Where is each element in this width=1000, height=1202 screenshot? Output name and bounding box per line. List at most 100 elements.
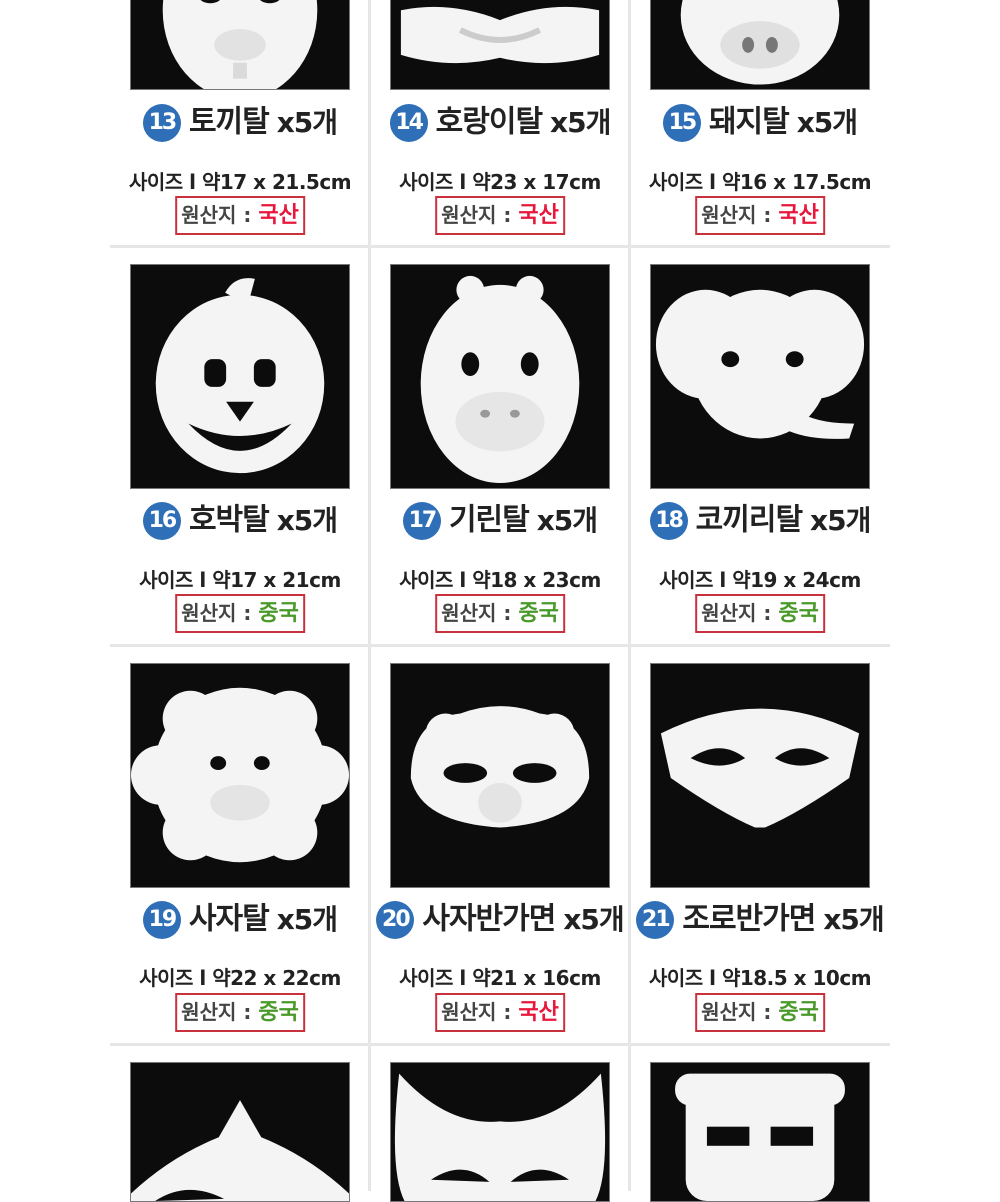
origin-badge: 원산지 : 중국 xyxy=(695,594,825,633)
crown-half-mask-icon xyxy=(131,1100,349,1201)
product-quantity: x5개 xyxy=(276,503,338,537)
product-name: 호랑이탈 xyxy=(435,104,543,140)
giraffe-mask-icon xyxy=(420,275,580,484)
product-image[interactable] xyxy=(650,0,870,90)
size-value: 약21 x 16cm xyxy=(472,966,601,990)
size-label: 사이즈 l xyxy=(128,170,196,194)
product-size: 사이즈 l 약22 x 22cm xyxy=(110,962,370,991)
size-value: 약16 x 17.5cm xyxy=(721,170,872,194)
product-image[interactable] xyxy=(390,264,610,489)
cat-half-mask-icon xyxy=(394,1073,606,1201)
row-divider xyxy=(110,644,890,647)
origin-value: 중국 xyxy=(258,1000,299,1025)
product-title: 16 호박탈 x5개 xyxy=(110,500,370,541)
origin-badge: 원산지 : 국산 xyxy=(175,196,305,235)
product-image[interactable] xyxy=(130,264,350,489)
size-label: 사이즈 l xyxy=(399,966,466,990)
product-name: 돼지탈 xyxy=(708,104,790,140)
size-label: 사이즈 l xyxy=(648,170,716,194)
tiger-mask-icon xyxy=(400,6,600,64)
size-label: 사이즈 l xyxy=(399,568,466,592)
product-title: 21 조로반가면 x5개 xyxy=(630,899,890,940)
origin-label: 원산지 : xyxy=(701,203,772,227)
size-value: 약22 x 22cm xyxy=(212,966,341,990)
product-size: 사이즈 l 약21 x 16cm xyxy=(370,962,630,991)
origin-label: 원산지 : xyxy=(181,1000,252,1024)
origin-label: 원산지 : xyxy=(701,601,772,625)
product-size: 사이즈 l 약18 x 23cm xyxy=(370,564,630,593)
item-number-badge: 18 xyxy=(649,501,688,540)
item-number-badge: 17 xyxy=(402,501,441,540)
pig-mask-icon xyxy=(680,0,840,85)
product-image[interactable] xyxy=(390,1062,610,1202)
product-title: 18 코끼리탈 x5개 xyxy=(630,500,890,541)
item-number-badge: 16 xyxy=(142,501,181,540)
product-size: 사이즈 l 약16 x 17.5cm xyxy=(630,166,890,195)
origin-value: 중국 xyxy=(778,601,819,626)
row-divider xyxy=(110,245,890,248)
size-label: 사이즈 l xyxy=(139,966,206,990)
product-size: 사이즈 l 약19 x 24cm xyxy=(630,564,890,593)
origin-label: 원산지 : xyxy=(181,601,252,625)
product-name: 사자탈 xyxy=(188,901,270,937)
origin-badge: 원산지 : 국산 xyxy=(695,196,825,235)
product-image[interactable] xyxy=(390,663,610,888)
product-size: 사이즈 l 약17 x 21.5cm xyxy=(110,166,370,195)
origin-value: 중국 xyxy=(258,601,299,626)
product-quantity: x5개 xyxy=(276,902,338,936)
product-name: 코끼리탈 xyxy=(695,502,803,538)
product-title: 19 사자탈 x5개 xyxy=(110,899,370,940)
origin-badge: 원산지 : 중국 xyxy=(175,993,305,1032)
size-value: 약23 x 17cm xyxy=(472,170,601,194)
product-title: 17 기린탈 x5개 xyxy=(370,500,630,541)
origin-badge: 원산지 : 중국 xyxy=(695,993,825,1032)
size-value: 약18 x 23cm xyxy=(472,568,601,592)
origin-badge: 원산지 : 국산 xyxy=(435,993,565,1032)
product-image[interactable] xyxy=(650,264,870,489)
size-value: 약17 x 21cm xyxy=(212,568,341,592)
product-quantity: x5개 xyxy=(810,503,871,537)
product-image[interactable] xyxy=(130,1062,350,1202)
warrior-mask-icon xyxy=(675,1073,845,1201)
origin-value: 중국 xyxy=(518,601,559,626)
origin-value: 국산 xyxy=(518,203,559,228)
product-image[interactable] xyxy=(650,1062,870,1202)
lion-mask-icon xyxy=(131,687,349,863)
product-image[interactable] xyxy=(130,663,350,888)
size-label: 사이즈 l xyxy=(399,170,466,194)
product-name: 토끼탈 xyxy=(188,104,270,140)
product-image[interactable] xyxy=(390,0,610,90)
rabbit-mask-icon xyxy=(162,0,318,89)
origin-value: 국산 xyxy=(518,1000,559,1025)
pumpkin-mask-icon xyxy=(155,278,325,474)
product-quantity: x5개 xyxy=(276,105,338,139)
origin-badge: 원산지 : 중국 xyxy=(175,594,305,633)
product-quantity: x5개 xyxy=(536,503,598,537)
size-label: 사이즈 l xyxy=(139,568,206,592)
product-image[interactable] xyxy=(130,0,350,90)
item-number-badge: 15 xyxy=(662,103,701,142)
origin-label: 원산지 : xyxy=(181,203,252,227)
origin-badge: 원산지 : 중국 xyxy=(435,594,565,633)
row-divider xyxy=(110,1043,890,1046)
origin-value: 중국 xyxy=(778,1000,819,1025)
size-label: 사이즈 l xyxy=(648,966,716,990)
product-quantity: x5개 xyxy=(563,902,624,936)
item-number-badge: 21 xyxy=(636,900,675,939)
product-name: 사자반가면 xyxy=(422,901,556,937)
product-name: 조로반가면 xyxy=(682,901,816,937)
product-size: 사이즈 l 약17 x 21cm xyxy=(110,564,370,593)
size-value: 약19 x 24cm xyxy=(732,568,861,592)
product-name: 호박탈 xyxy=(188,502,270,538)
item-number-badge: 14 xyxy=(389,103,428,142)
size-label: 사이즈 l xyxy=(659,568,726,592)
item-number-badge: 19 xyxy=(142,900,181,939)
product-quantity: x5개 xyxy=(823,902,884,936)
product-image[interactable] xyxy=(650,663,870,888)
origin-label: 원산지 : xyxy=(701,1000,772,1024)
size-value: 약18.5 x 10cm xyxy=(721,966,872,990)
origin-label: 원산지 : xyxy=(441,203,512,227)
lion-half-mask-icon xyxy=(410,706,590,828)
product-size: 사이즈 l 약23 x 17cm xyxy=(370,166,630,195)
elephant-mask-icon xyxy=(655,289,865,439)
